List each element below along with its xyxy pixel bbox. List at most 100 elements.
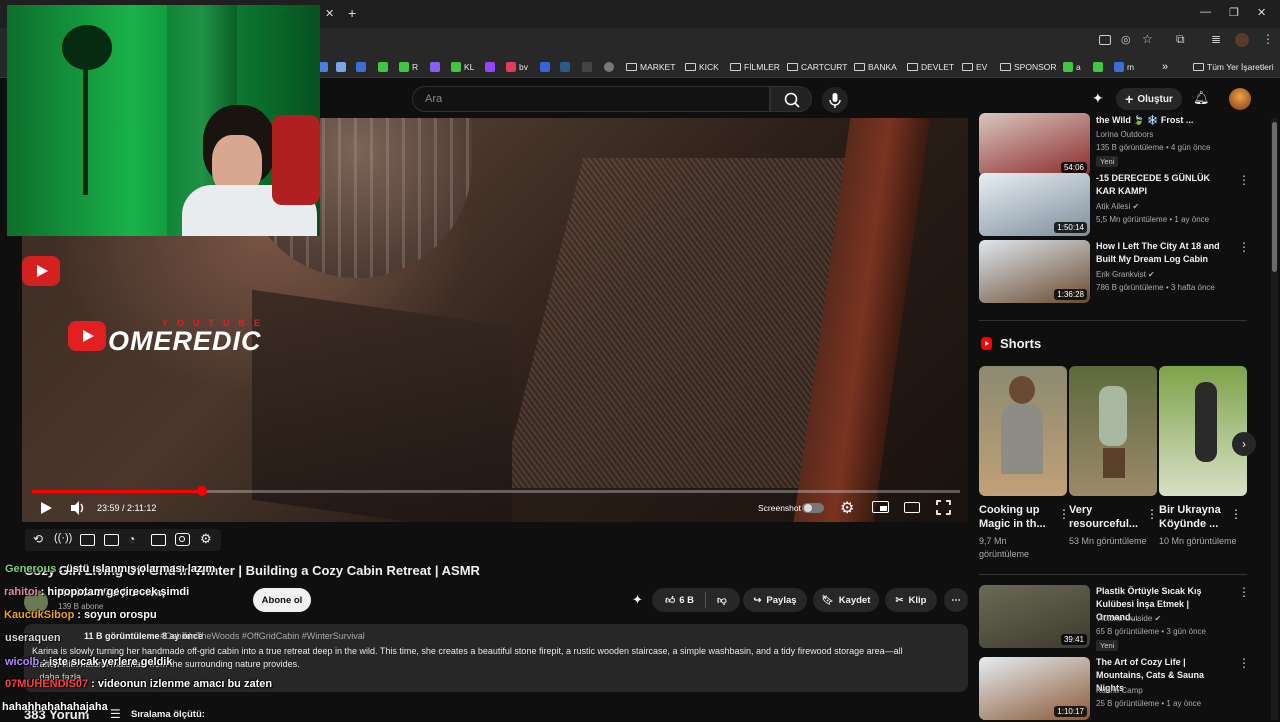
bookmark-folder-devlet[interactable]: DEVLET	[907, 60, 954, 74]
bookmark-folder-market[interactable]: MARKET	[626, 60, 675, 74]
more-vertical-icon[interactable]: ⋮	[1238, 585, 1250, 599]
minimize-icon[interactable]: —	[1200, 6, 1211, 18]
recommended-channel[interactable]: Victoria Outside ✔	[1096, 612, 1161, 625]
recommended-thumbnail[interactable]: 1:50:14	[979, 173, 1090, 236]
recommended-title[interactable]: How I Left The City At 18 and Built My D…	[1096, 240, 1231, 266]
sort-label[interactable]: Sıralama ölçütü:	[131, 709, 205, 720]
bookmark-folder-filmler[interactable]: FİLMLER	[730, 60, 780, 74]
profile-avatar[interactable]	[1235, 33, 1249, 47]
eye-off-icon[interactable]: ◎	[1121, 33, 1131, 46]
recommended-channel[interactable]: Karina Camp	[1096, 684, 1143, 697]
short-thumbnail[interactable]	[979, 366, 1067, 496]
loop-icon[interactable]: ⟲	[33, 532, 43, 546]
theater-mode-icon[interactable]	[904, 502, 920, 513]
share-label: Paylaş	[766, 594, 797, 606]
camera-icon[interactable]	[175, 533, 190, 546]
recommended-thumbnail[interactable]: 1:36:28	[979, 240, 1090, 303]
bookmark-favicon[interactable]	[540, 60, 550, 74]
folder-icon	[962, 63, 973, 71]
clip-button[interactable]: ✂ Klip	[885, 588, 937, 612]
studio-icon[interactable]: ✦	[1092, 90, 1104, 107]
bookmark-folder-ev[interactable]: EV	[962, 60, 987, 74]
bookmarks-overflow-icon[interactable]: »	[1162, 60, 1168, 74]
bookmark-favicon[interactable]	[604, 60, 614, 74]
playlist-icon[interactable]	[104, 534, 119, 546]
recommended-thumbnail[interactable]: 39:41	[979, 585, 1090, 648]
more-vertical-icon[interactable]: ⋮	[1238, 173, 1250, 187]
like-button[interactable]: 👍︎ 6 B	[665, 594, 694, 607]
install-app-icon[interactable]	[1099, 35, 1111, 45]
play-icon[interactable]	[38, 500, 54, 516]
scrollbar-thumb[interactable]	[1272, 122, 1277, 272]
short-title[interactable]: Very resourceful...	[1069, 503, 1149, 531]
miniplayer-icon[interactable]	[872, 501, 889, 513]
more-vertical-icon[interactable]: ⋮	[1238, 656, 1250, 670]
browser-menu-icon[interactable]: ⋮	[1262, 32, 1274, 46]
fullscreen-icon[interactable]	[936, 500, 951, 515]
speed-icon[interactable]: ◔	[128, 532, 135, 546]
extension-settings-icon[interactable]: ⚙	[200, 531, 212, 547]
create-button[interactable]: + Oluştur	[1116, 88, 1182, 110]
bookmark-favicon[interactable]	[560, 60, 570, 74]
notifications-bell-icon[interactable]: 🔔︎	[1193, 90, 1210, 106]
bookmark-folder-sponsor[interactable]: SPONSOR	[1000, 60, 1057, 74]
settings-gear-icon[interactable]: ⚙	[840, 498, 854, 518]
bookmark-a[interactable]: a	[1063, 60, 1081, 74]
search-input[interactable]: Ara	[412, 86, 770, 112]
hashtags[interactable]: #CabinInTheWoods #OffGridCabin #WinterSu…	[160, 631, 365, 641]
autoplay-toggle[interactable]	[802, 503, 824, 513]
clip-board-icon[interactable]	[80, 534, 95, 546]
more-actions-button[interactable]: ⋯	[944, 588, 968, 612]
subscribe-button[interactable]: Abone ol	[253, 588, 311, 612]
progress-scrubber[interactable]	[196, 486, 207, 496]
recommended-channel[interactable]: Atik Ailesi ✔	[1096, 200, 1139, 213]
cast-icon[interactable]: ((·))	[54, 532, 72, 544]
shorts-next-button[interactable]: ›	[1232, 432, 1256, 456]
bookmark-folder-banka[interactable]: BANKA	[854, 60, 897, 74]
short-title[interactable]: Cooking up Magic in th...	[979, 503, 1059, 531]
recommended-thumbnail[interactable]: 54:06	[979, 113, 1090, 176]
bookmark-favicon[interactable]	[356, 60, 366, 74]
add-frame-icon[interactable]	[151, 534, 166, 546]
save-button[interactable]: 🔖︎ Kaydet	[813, 588, 879, 612]
more-vertical-icon[interactable]: ⋮	[1146, 507, 1158, 521]
voice-search-button[interactable]	[822, 87, 848, 113]
bookmark-m[interactable]: m	[1114, 60, 1134, 74]
more-vertical-icon[interactable]: ⋮	[1230, 507, 1242, 521]
restore-icon[interactable]: ❐	[1229, 6, 1239, 19]
recommended-title[interactable]: the Wild 🍃 ❄️ Frost ...	[1096, 114, 1231, 127]
short-title[interactable]: Bir Ukrayna Köyünde ...	[1159, 503, 1239, 531]
bookmark-favicon[interactable]	[582, 60, 592, 74]
recommended-title[interactable]: -15 DERECEDE 5 GÜNLÜK KAR KAMPI	[1096, 172, 1231, 198]
short-thumbnail[interactable]	[1069, 366, 1157, 496]
all-bookmarks-folder[interactable]: Tüm Yer İşaretleri	[1193, 60, 1274, 74]
extensions-icon[interactable]: ⧉	[1176, 32, 1185, 47]
bookmark-favicon[interactable]	[378, 60, 388, 74]
tab-close-icon[interactable]: ✕	[325, 7, 334, 20]
recommended-channel[interactable]: Erik Grankvist ✔	[1096, 268, 1155, 281]
bookmark-favicon[interactable]	[336, 60, 346, 74]
bookmark-favicon[interactable]	[1093, 60, 1103, 74]
bookmark-favicon[interactable]	[430, 60, 440, 74]
recommended-thumbnail[interactable]: 1:10:17	[979, 657, 1090, 720]
share-button[interactable]: ↪ Paylaş	[743, 588, 807, 612]
more-vertical-icon[interactable]: ⋮	[1238, 240, 1250, 254]
search-button[interactable]	[770, 86, 812, 112]
sparkle-icon[interactable]: ✦	[632, 592, 643, 608]
bookmark-star-icon[interactable]: ☆	[1142, 32, 1153, 46]
bookmark-bv[interactable]: bv	[506, 60, 528, 74]
account-avatar[interactable]	[1229, 88, 1251, 110]
media-icon[interactable]: ≣	[1211, 32, 1221, 46]
bookmark-folder-cartcurt[interactable]: CARTCURT	[787, 60, 847, 74]
dislike-button[interactable]: 👎︎	[717, 594, 727, 606]
bookmark-favicon[interactable]	[485, 60, 495, 74]
bookmark-r[interactable]: R	[399, 60, 418, 74]
bookmark-kl[interactable]: KL	[451, 60, 474, 74]
new-tab-icon[interactable]: +	[348, 5, 356, 21]
recommended-channel[interactable]: Lorina Outdoors	[1096, 128, 1153, 141]
volume-icon[interactable]	[69, 500, 87, 516]
sort-icon[interactable]: ☰	[110, 707, 121, 721]
short-thumbnail[interactable]	[1159, 366, 1247, 496]
bookmark-folder-kick[interactable]: KICK	[685, 60, 719, 74]
window-close-icon[interactable]: ✕	[1257, 6, 1266, 19]
